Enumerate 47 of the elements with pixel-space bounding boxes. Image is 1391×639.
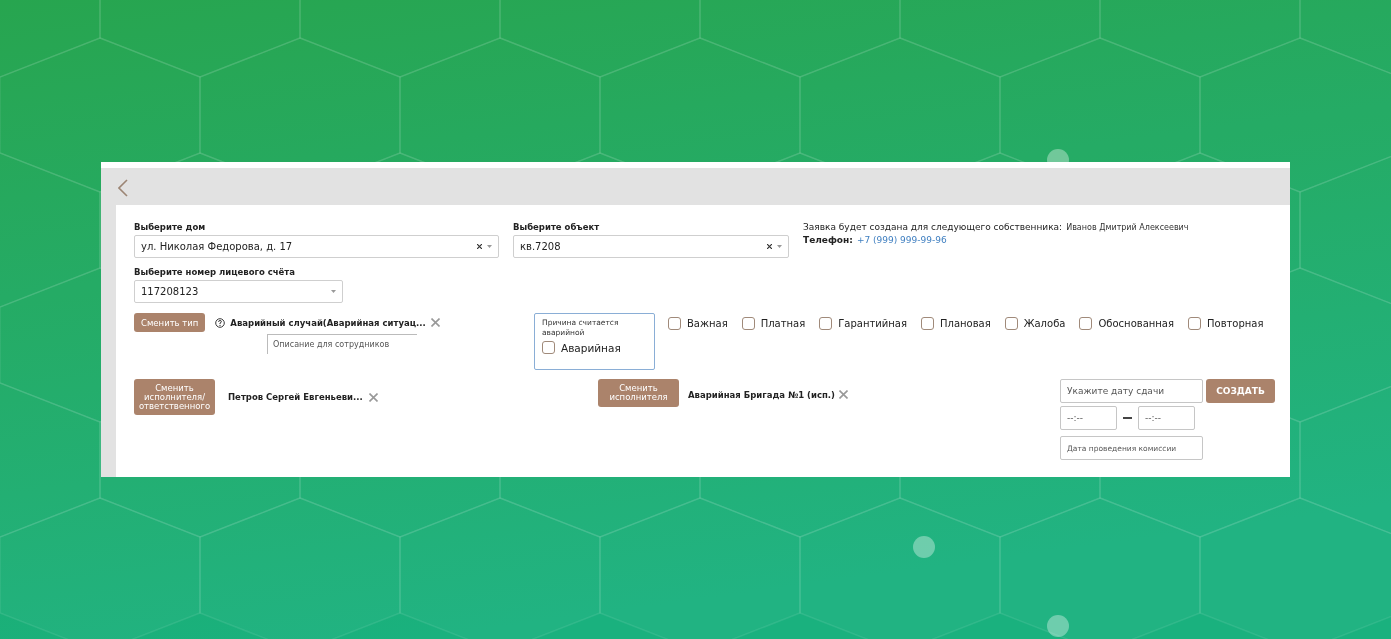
house-select[interactable]: ул. Николая Федорова, д. 17	[134, 235, 499, 258]
change-type-button[interactable]: Сменить тип	[134, 313, 206, 332]
clear-icon[interactable]	[767, 244, 772, 249]
checkbox-label: Платная	[760, 318, 806, 329]
checkbox-label: Жалоба	[1023, 318, 1066, 329]
checkbox-label: Повторная	[1207, 318, 1264, 329]
owner-intro: Заявка будет создана для следующего собственника:	[803, 222, 1063, 232]
change-executor-button[interactable]: Сменить исполнителя	[598, 379, 679, 407]
phone-link[interactable]: +7 (999) 999-99-96	[856, 235, 947, 245]
checkbox[interactable]	[1004, 317, 1018, 330]
checkbox-label: Важная	[687, 318, 728, 329]
time-from-field[interactable]: --:--	[1060, 406, 1117, 430]
checkbox-label: Обоснованная	[1098, 318, 1174, 329]
account-label: Выберите номер лицевого счёта	[134, 267, 297, 279]
checkbox[interactable]	[921, 317, 934, 330]
checkbox[interactable]	[1079, 317, 1093, 330]
checkbox-label: Плановая	[940, 318, 991, 329]
request-type: Аварийный случай(Аварийная ситуац...	[230, 317, 426, 328]
caret-icon	[331, 290, 336, 293]
checkbox[interactable]	[819, 317, 833, 330]
change-responsible-button[interactable]: Сменить исполнителя/ ответственного	[134, 379, 215, 415]
checkbox[interactable]	[542, 341, 555, 354]
checkbox[interactable]	[1188, 317, 1201, 330]
checkbox[interactable]	[668, 317, 681, 330]
caret-icon	[777, 245, 782, 248]
checkbox-label: Гарантийная	[838, 318, 907, 329]
back-icon[interactable]	[118, 178, 128, 197]
owner-name: Иванов Дмитрий Алексеевич	[1066, 223, 1189, 232]
clear-icon[interactable]	[477, 244, 482, 249]
caret-icon	[487, 245, 492, 248]
responsible-name: Петров Сергей Евгеньеви...	[228, 392, 363, 402]
create-button[interactable]: СОЗДАТЬ	[1206, 379, 1275, 403]
remove-icon[interactable]	[368, 392, 378, 402]
phone-label: Телефон:	[803, 235, 853, 245]
remove-icon[interactable]	[838, 390, 848, 399]
description-field[interactable]: Описание для сотрудников	[267, 334, 417, 354]
executor-name: Аварийная Бригада №1 (исп.)	[688, 390, 835, 400]
house-label: Выберите дом	[134, 222, 207, 234]
due-date-field[interactable]: Укажите дату сдачи	[1060, 379, 1203, 403]
object-label: Выберите объект	[513, 222, 601, 234]
checkbox-label: Аварийная	[561, 341, 621, 354]
account-select[interactable]: 117208123	[134, 280, 343, 303]
help-icon[interactable]	[215, 317, 226, 328]
object-select[interactable]: кв.7208	[513, 235, 789, 258]
remove-icon[interactable]	[430, 318, 440, 327]
time-to-field[interactable]: --:--	[1138, 406, 1195, 430]
checkbox[interactable]	[741, 317, 755, 330]
